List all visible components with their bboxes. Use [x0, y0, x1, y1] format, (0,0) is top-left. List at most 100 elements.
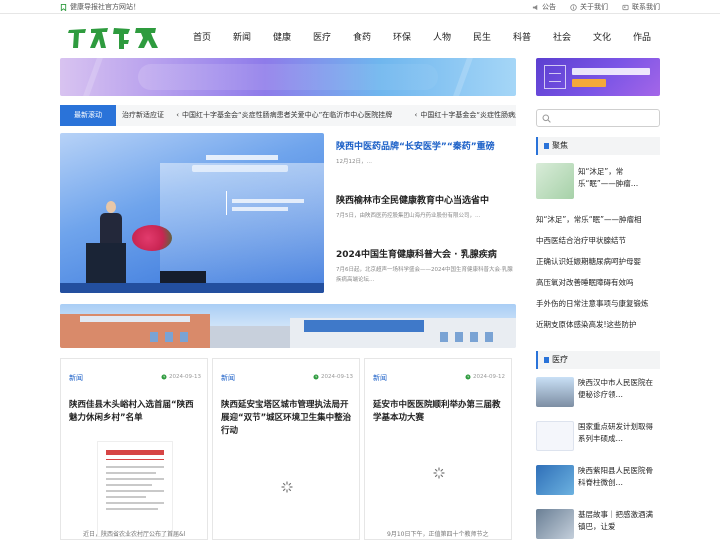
card-snippet: 近日，陕西省农业农村厅公布了首届&l — [83, 531, 186, 538]
medical-heading: 医疗 — [536, 351, 660, 369]
main-nav: 首页 新闻 健康 医疗 食药 环保 人物 民生 科普 社会 文化 作品 — [182, 30, 662, 46]
info-icon — [570, 3, 577, 11]
card-title[interactable]: 陕西佳县木头峪村入选首届“陕西魅力休闲乡村”名单 — [69, 399, 201, 425]
card-category[interactable]: 新闻 — [221, 373, 235, 383]
nav-news[interactable]: 新闻 — [222, 30, 262, 46]
card-date-text: 2024-09-13 — [169, 374, 201, 380]
feature-item-title: 2024中国生育健康科普大会 · 乳腺疾病 — [336, 250, 497, 260]
conference-banner[interactable] — [536, 58, 660, 96]
focus-list-item[interactable]: 手外伤的日常注意事项与康复锻炼 — [536, 293, 660, 314]
ticker-item[interactable]: ‹ 中国红十字基金会“炎症性肠病患者关爱中心”在临沂市中心医院挂牌 — [176, 111, 402, 119]
search-input[interactable] — [536, 109, 660, 127]
backdrop-divider — [226, 191, 227, 215]
news-card[interactable]: 新闻 2024-09-12 延安市中医医院顺利举办第三届教学基本功大赛 9月10… — [364, 358, 512, 540]
nav-culture[interactable]: 文化 — [582, 30, 622, 46]
hospital-banner[interactable] — [60, 304, 516, 348]
medical-item[interactable]: 基层故事｜把感激酒满镇巴，让爱 — [536, 509, 660, 540]
document-line — [106, 508, 158, 510]
nav-science[interactable]: 科普 — [502, 30, 542, 46]
medical-thumbnail — [536, 465, 574, 495]
nav-medical[interactable]: 医疗 — [302, 30, 342, 46]
card-thumbnail — [69, 437, 201, 537]
bullet-icon: ‹ — [414, 111, 418, 119]
news-ticker: 最新滚动 治疗新适应证 ‹ 中国红十字基金会“炎症性肠病患者关爱中心”在临沂市中心… — [60, 105, 516, 126]
about-us-link[interactable]: 关于我们 — [570, 2, 608, 12]
medical-thumbnail — [536, 509, 574, 539]
document-line — [106, 478, 164, 480]
announcement-link[interactable]: 公告 — [532, 2, 556, 12]
backdrop — [160, 163, 324, 283]
medical-item-title: 国家重点研发计划取得系列丰硕成… — [578, 422, 653, 443]
focus-list-item[interactable]: 正确认识妊娠期糖尿病呵护母婴 — [536, 251, 660, 272]
ticker-item-text: 中国红十字基金会“炎症性肠病患者关爱中心”在临沂市中心医院挂牌 — [182, 111, 393, 119]
conference-logo — [544, 65, 566, 89]
site-logo[interactable] — [66, 24, 162, 52]
banner-stripe — [83, 58, 103, 96]
focus-list-item[interactable]: 中西医结合治疗甲状腺结节 — [536, 230, 660, 251]
focus-thumb-title: 知“沐足”，常乐“眠”——肿瘤… — [578, 167, 639, 188]
loading-spinner-icon — [281, 481, 293, 493]
card-date: 2024-09-12 — [465, 374, 505, 380]
ticker-label: 最新滚动 — [60, 105, 116, 126]
medical-item-title: 陕西汉中市人民医院在便秘诊疗领… — [578, 378, 653, 399]
news-card[interactable]: 新闻 2024-09-13 陕西佳县木头峪村入选首届“陕西魅力休闲乡村”名单 近… — [60, 358, 208, 540]
stage-floor — [60, 283, 324, 293]
loading-spinner-icon — [433, 467, 445, 479]
nav-environment[interactable]: 环保 — [382, 30, 422, 46]
nav-works[interactable]: 作品 — [622, 30, 662, 46]
card-title[interactable]: 延安市中医医院顺利举办第三届教学基本功大赛 — [373, 399, 505, 425]
focus-list-item[interactable]: 知“沐足”，常乐“眠”——肿瘤相 — [536, 209, 660, 230]
feature-item[interactable]: 陕西榆林市全民健康教育中心当选省中 7月5日，由陕西医药控股集团山海丹药业股份有… — [336, 194, 516, 248]
backdrop-heading — [206, 155, 278, 160]
ticker-items: 治疗新适应证 ‹ 中国红十字基金会“炎症性肠病患者关爱中心”在临沂市中心医院挂牌 … — [122, 105, 516, 126]
card-date-text: 2024-09-12 — [473, 374, 505, 380]
ticker-item[interactable]: ‹ 中国红十字基金会“炎症性肠病患 — [415, 111, 516, 119]
nav-people[interactable]: 人物 — [422, 30, 462, 46]
site-welcome: 健康导报社官方网站！ — [60, 2, 140, 12]
card-category[interactable]: 新闻 — [69, 373, 83, 383]
feature-item[interactable]: 陕西中医药品牌“长安医学”“秦药”重磅 12月12日，… — [336, 140, 516, 194]
clock-icon — [465, 374, 471, 380]
medical-item[interactable]: 陕西汉中市人民医院在便秘诊疗领… — [536, 377, 660, 413]
focus-thumb-item[interactable]: 知“沐足”，常乐“眠”——肿瘤… — [536, 163, 660, 209]
window — [470, 332, 478, 342]
ticker-item[interactable]: 治疗新适应证 — [122, 111, 164, 119]
card-meta: 新闻 2024-09-13 — [69, 373, 201, 385]
focus-list-item[interactable]: 高压氧对改善睡眠障碍有效吗 — [536, 272, 660, 293]
nav-livelihood[interactable]: 民生 — [462, 30, 502, 46]
top-strip: 健康导报社官方网站！ 公告 关于我们 联系我们 — [0, 0, 720, 14]
feature-item-desc: 7月6日起，北京超声一场科学盛会——2024中国生育健康科普大会·乳腺疾病高端论… — [336, 267, 513, 283]
backdrop-caption — [232, 199, 304, 203]
card-meta: 新闻 2024-09-13 — [221, 373, 353, 385]
focus-heading-text: 聚焦 — [552, 141, 568, 150]
feature-slide-image[interactable] — [60, 133, 324, 293]
nav-society[interactable]: 社会 — [542, 30, 582, 46]
hospital-sign — [304, 320, 424, 332]
bullet-icon: ‹ — [176, 111, 180, 119]
document-line — [106, 490, 164, 492]
feature-list: 陕西中医药品牌“长安医学”“秦药”重磅 12月12日，… 陕西榆林市全民健康教育… — [336, 140, 516, 302]
clock-icon — [313, 374, 319, 380]
card-date-text: 2024-09-13 — [321, 374, 353, 380]
nav-home[interactable]: 首页 — [182, 30, 222, 46]
medical-item[interactable]: 国家重点研发计划取得系列丰硕成… — [536, 421, 660, 457]
card-thumbnail — [373, 437, 505, 533]
contact-us-link[interactable]: 联系我们 — [622, 2, 660, 12]
fitness-banner[interactable] — [60, 58, 516, 96]
focus-section: 聚焦 知“沐足”，常乐“眠”——肿瘤… 知“沐足”，常乐“眠”——肿瘤相 中西医… — [536, 137, 660, 335]
card-snippet — [213, 529, 359, 539]
nav-health[interactable]: 健康 — [262, 30, 302, 46]
news-card[interactable]: 新闻 2024-09-13 陕西延安宝塔区城市管理执法局开展迎“双节”城区环境卫… — [212, 358, 360, 540]
nav-food-drug[interactable]: 食药 — [342, 30, 382, 46]
card-meta: 新闻 2024-09-12 — [373, 373, 505, 385]
focus-list-item[interactable]: 近期支原体感染高发!这些防护 — [536, 314, 660, 335]
podium — [86, 243, 126, 287]
card-title[interactable]: 陕西延安宝塔区城市管理执法局开展迎“双节”城区环境卫生集中整治行动 — [221, 399, 353, 438]
card-snippet: 9月10日下午，正值第四十个教师节之 — [387, 531, 489, 538]
card-category[interactable]: 新闻 — [373, 373, 387, 383]
site-title-text: 健康导报社官方网站！ — [70, 3, 140, 11]
backdrop-subheading — [192, 165, 288, 172]
window — [485, 332, 493, 342]
feature-item[interactable]: 2024中国生育健康科普大会 · 乳腺疾病 7月6日起，北京超声一场科学盛会——… — [336, 248, 516, 302]
medical-item[interactable]: 陕西紫阳县人民医院骨科脊柱微创… — [536, 465, 660, 501]
